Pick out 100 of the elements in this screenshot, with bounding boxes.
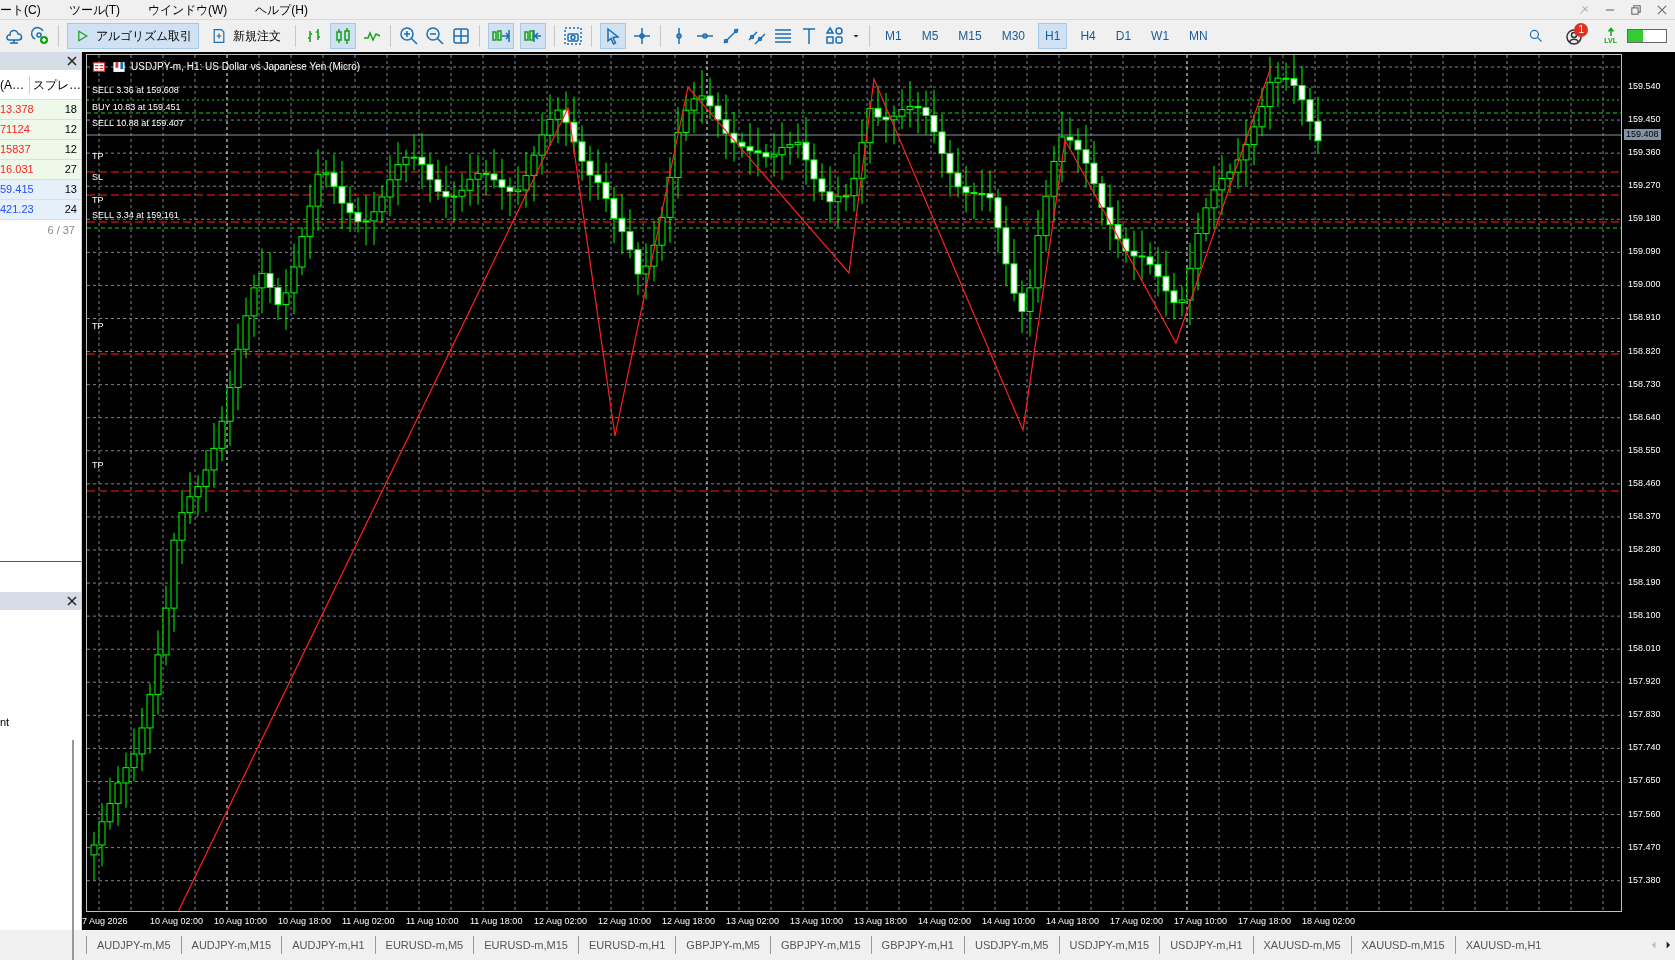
price-level-line[interactable] [87, 227, 1621, 229]
trade-label: SELL 3.34 at 159.161 [92, 210, 179, 221]
time-label: 10 Aug 18:00 [278, 915, 332, 927]
price-label: 158.280 [1628, 543, 1661, 554]
spread-text: 13 [63, 182, 78, 198]
price-label: 157.470 [1628, 841, 1661, 852]
timeframe-button[interactable]: D1 [1108, 23, 1139, 49]
chart-tab[interactable]: GBPJPY-m,M15 [769, 936, 871, 954]
spread-text: 12 [63, 122, 78, 138]
quote-row[interactable]: 59.415 13 [0, 180, 81, 200]
panel-text: nt [0, 714, 10, 730]
chart-tab[interactable]: EURUSD-m,M5 [374, 936, 474, 954]
chart-tab[interactable]: EURUSD-m,H1 [577, 936, 676, 954]
chart-tab[interactable]: GBPJPY-m,H1 [870, 936, 964, 954]
algo-trading-button[interactable]: アルゴリズム取引 [67, 23, 199, 49]
grid-icon[interactable] [451, 26, 471, 46]
chart-tab[interactable]: GBPJPY-m,M5 [675, 936, 770, 954]
time-label: 13 Aug 18:00 [854, 915, 908, 927]
price-label: 158.820 [1628, 345, 1661, 356]
shapes-icon[interactable] [825, 26, 845, 46]
time-label: 17 Aug 18:00 [1238, 915, 1292, 927]
document-plus-icon [211, 28, 227, 44]
timeframe-button[interactable]: M5 [914, 23, 946, 49]
menu-item[interactable]: ウインドウ(W) [148, 0, 228, 19]
level-label: SL [92, 172, 103, 183]
price-label: 159.090 [1628, 246, 1661, 257]
zoom-in-icon[interactable] [399, 26, 419, 46]
price-label: 158.550 [1628, 444, 1661, 455]
search-icon[interactable] [1528, 28, 1545, 44]
trade-label: BUY 10.83 at 159.451 [92, 102, 181, 113]
crosshair-icon[interactable] [632, 26, 652, 46]
time-label: 14 Aug 02:00 [918, 915, 972, 927]
chart-title: USDJPY-m, H1: US Dollar vs Japanese Yen (Micro) [131, 60, 361, 74]
close-icon[interactable] [67, 595, 77, 606]
menu-item[interactable]: ート(C) [0, 0, 41, 19]
column-header[interactable]: スプレ… [30, 75, 81, 94]
new-order-button[interactable]: 新規注文 [205, 23, 287, 49]
price-text: 15837 [0, 142, 32, 158]
price-label: 158.370 [1628, 510, 1661, 521]
chart-tab[interactable]: AUDJPY-m,H1 [281, 936, 375, 954]
quote-row[interactable]: 421.23 24 [0, 200, 81, 220]
menu-item[interactable]: ヘルプ(H) [255, 0, 308, 19]
chart-tab[interactable]: USDJPY-m,M15 [1058, 936, 1160, 954]
quote-row[interactable]: 71124 12 [0, 120, 81, 140]
zoom-out-icon[interactable] [425, 26, 445, 46]
chart-tab[interactable]: EURUSD-m,M15 [473, 936, 578, 954]
close-icon[interactable] [67, 56, 77, 66]
chart-tab[interactable]: XAUUSD-m,M5 [1252, 936, 1351, 954]
price-label: 158.910 [1628, 312, 1661, 323]
chart-tab[interactable]: USDJPY-m,M5 [963, 936, 1059, 954]
time-label: 13 Aug 02:00 [726, 915, 780, 927]
notification-badge: 1 [1574, 23, 1589, 37]
quote-row[interactable]: 15837 12 [0, 140, 81, 160]
timeframe-button[interactable]: M30 [994, 23, 1033, 49]
time-label: 18 Aug 02:00 [1302, 915, 1356, 927]
current-price-tag: 159.408 [1624, 129, 1661, 140]
timeframe-button[interactable]: H1 [1038, 23, 1068, 49]
quote-row[interactable]: 16.031 27 [0, 160, 81, 180]
level-label: TP [92, 321, 104, 332]
timeframe-button[interactable]: MN [1182, 23, 1215, 49]
menu-item[interactable]: ツール(T) [68, 0, 120, 19]
price-label: 159.180 [1628, 213, 1661, 224]
timeframe-button[interactable]: H4 [1073, 23, 1103, 49]
timeframe-button[interactable]: M15 [951, 23, 989, 49]
timeframe-button[interactable]: M1 [878, 23, 909, 49]
time-label: 12 Aug 10:00 [598, 915, 652, 927]
chart-tab[interactable]: AUDJPY-m,M15 [180, 936, 282, 954]
screenshot-icon[interactable] [563, 26, 583, 46]
restore-icon[interactable] [1629, 2, 1643, 17]
column-header[interactable]: (A… [0, 75, 30, 94]
timeframe-button[interactable]: W1 [1144, 23, 1177, 49]
price-level-line[interactable] [87, 99, 1621, 101]
time-label: 12 Aug 18:00 [662, 915, 716, 927]
spread-text: 24 [63, 202, 78, 218]
quote-row[interactable]: 13.378 18 [0, 100, 81, 120]
price-label: 157.920 [1628, 676, 1661, 687]
trade-label: SELL 3.36 at 159.608 [92, 85, 179, 96]
scrollbar[interactable] [72, 739, 74, 960]
price-text: 421.23 [0, 202, 35, 218]
price-level-line[interactable] [87, 112, 1621, 114]
chart-tab[interactable]: AUDJPY-m,M5 [86, 936, 181, 954]
trend-line-icon[interactable] [721, 26, 741, 46]
signal-add-icon[interactable] [30, 26, 50, 46]
chart-tab[interactable]: XAUUSD-m,M15 [1350, 936, 1455, 954]
level-label: TP [92, 460, 104, 471]
level-label: TP [92, 195, 104, 206]
price-label: 157.830 [1628, 709, 1661, 720]
price-label: 157.650 [1628, 775, 1661, 786]
candlestick-icon[interactable] [333, 26, 353, 46]
price-label: 159.360 [1628, 147, 1661, 158]
price-label: 158.190 [1628, 577, 1661, 588]
price-level-line[interactable] [87, 194, 1621, 196]
symbol-count: 6 / 37 [47, 222, 75, 238]
chart-tab[interactable]: XAUUSD-m,H1 [1454, 936, 1552, 954]
indicator-list-icon[interactable] [91, 59, 107, 74]
price-level-line[interactable] [87, 171, 1621, 173]
chart-save-icon[interactable] [111, 59, 127, 74]
price-text: 16.031 [0, 162, 35, 178]
chart-tab[interactable]: USDJPY-m,H1 [1159, 936, 1253, 954]
spread-text: 27 [63, 162, 78, 178]
